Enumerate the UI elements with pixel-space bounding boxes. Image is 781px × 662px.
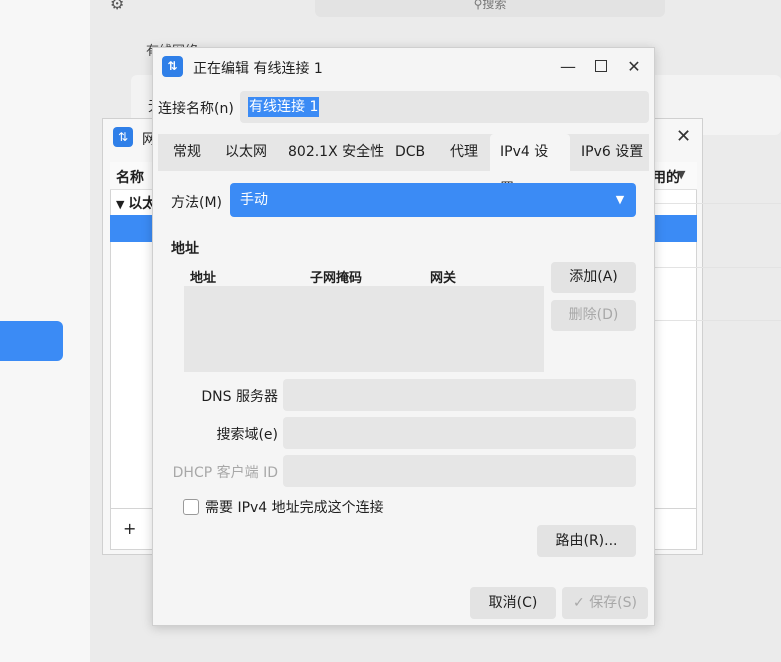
column-last-used[interactable]: 用的 — [652, 167, 680, 187]
expand-arrow-icon: ▼ — [116, 198, 129, 211]
method-label: 方法(M) — [171, 195, 223, 211]
search-domains-label: 搜索域(e) — [216, 427, 278, 443]
method-select[interactable]: 手动 — [230, 183, 636, 217]
search-domains-input[interactable] — [283, 417, 636, 449]
add-connection-button[interactable]: + — [123, 519, 136, 538]
dhcp-client-id-label: DHCP 客户端 ID — [172, 465, 278, 481]
tab-ethernet[interactable]: 以太网 — [215, 134, 277, 171]
connection-name-value[interactable]: 有线连接 1 — [248, 97, 320, 117]
dhcp-client-id-input[interactable] — [283, 455, 636, 487]
require-ipv4-checkbox[interactable] — [183, 499, 199, 515]
close-button[interactable]: ✕ — [623, 56, 645, 78]
column-name[interactable]: 名称 — [116, 167, 144, 187]
network-icon: ⇅ — [113, 127, 133, 147]
divider — [653, 320, 781, 321]
require-ipv4-label[interactable]: 需要 IPv4 地址完成这个连接 — [205, 497, 384, 517]
dns-servers-label: DNS 服务器 — [201, 389, 278, 405]
address-section-title: 地址 — [171, 241, 199, 257]
column-netmask: 子网掩码 — [310, 271, 363, 286]
dialog-title: 正在编辑 有线连接 1 — [193, 61, 323, 77]
divider — [653, 267, 781, 268]
settings-search-bar[interactable]: ⚲搜索 — [315, 0, 665, 17]
tab-general[interactable]: 常规 — [163, 134, 211, 171]
tab-ipv6-settings[interactable]: IPv6 设置 — [571, 134, 653, 171]
column-gateway: 网关 — [430, 271, 457, 286]
minimize-icon: — — [560, 57, 576, 76]
add-address-button[interactable]: 添加(A) — [551, 262, 636, 293]
search-placeholder: 搜索 — [482, 0, 507, 11]
tab-8021x-security[interactable]: 802.1X 安全性 — [278, 134, 394, 171]
cancel-button[interactable]: 取消(C) — [470, 587, 556, 619]
network-window-close-icon[interactable]: ✕ — [676, 126, 691, 147]
sort-arrow-icon: ▼ — [677, 168, 686, 181]
routes-button[interactable]: 路由(R)... — [537, 525, 636, 557]
check-circle-icon: ✓ — [573, 595, 590, 611]
save-button[interactable]: ✓ 保存(S) — [562, 587, 648, 619]
chevron-down-icon: ▼ — [615, 193, 625, 206]
close-icon: ✕ — [627, 57, 641, 76]
settings-sidebar-selected-item[interactable] — [0, 321, 63, 361]
divider — [653, 203, 781, 204]
column-address: 地址 — [190, 271, 217, 286]
network-icon: ⇅ — [162, 56, 183, 77]
tab-dcb[interactable]: DCB — [385, 134, 435, 171]
delete-address-button[interactable]: 删除(D) — [551, 300, 636, 331]
address-table[interactable] — [184, 286, 544, 372]
save-button-label: 保存(S) — [589, 595, 637, 611]
tab-proxy[interactable]: 代理 — [440, 134, 488, 171]
minimize-button[interactable]: — — [557, 56, 579, 78]
maximize-icon — [595, 60, 607, 72]
settings-icon[interactable]: ⚙ — [110, 0, 124, 13]
ethernet-group[interactable]: ▼ 以太 — [116, 193, 156, 213]
connection-name-label: 连接名称(n) — [158, 101, 234, 117]
maximize-button[interactable] — [590, 56, 612, 78]
address-table-header — [184, 262, 544, 286]
tab-ipv4-settings[interactable]: IPv4 设置 — [490, 134, 570, 197]
dns-servers-input[interactable] — [283, 379, 636, 411]
